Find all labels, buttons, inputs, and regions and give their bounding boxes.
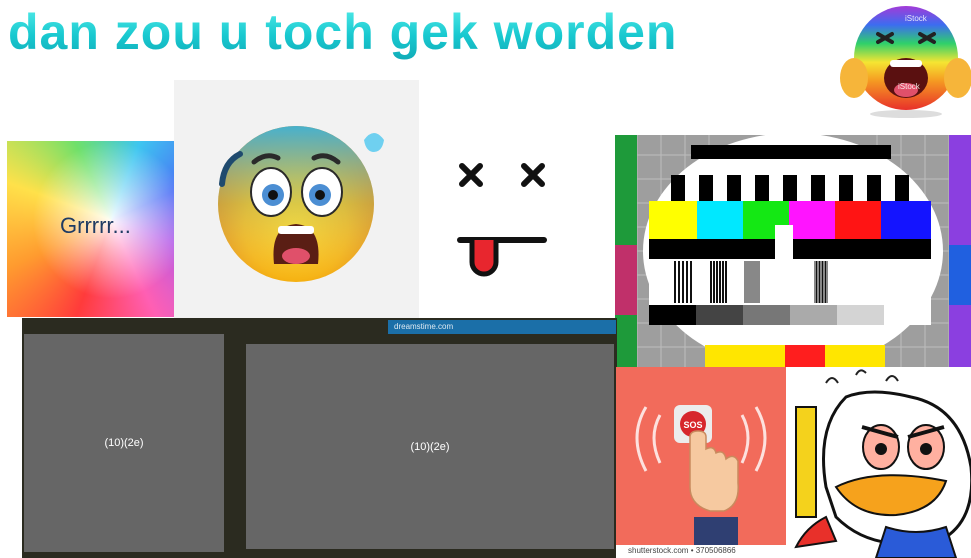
page-title: dan zou u toch gek worden [8, 0, 677, 64]
image-placeholder: (10)(2e) [246, 344, 614, 549]
shutterstock-watermark: shutterstock.com • 370506866 [628, 546, 736, 555]
istock-watermark: iStock [898, 82, 920, 91]
angry-duck-cartoon [794, 369, 971, 558]
scared-emoji-image [218, 126, 384, 282]
swirl-text: Grrrrr... [60, 213, 131, 238]
istock-watermark: iStock [905, 14, 927, 23]
shutterstock-bar: shutterstock.com • 370506866 [616, 545, 786, 558]
dreamstime-banner: dreamstime.com [388, 320, 616, 334]
dreamstime-watermark: dreamstime.com [394, 322, 454, 331]
dead-face-panel [420, 100, 615, 328]
angry-duck-image [786, 367, 971, 558]
scared-emoji-panel [174, 80, 419, 328]
image-placeholder: (10)(2e) [24, 334, 224, 552]
sos-label: SOS [683, 420, 702, 430]
dead-face-image [457, 163, 547, 277]
tv-test-pattern [615, 135, 971, 367]
sos-hand-illustration: SOS [635, 405, 767, 545]
sos-button-image: SOS [616, 367, 786, 545]
tv-test-card-image [615, 135, 971, 367]
rainbow-swirl-image: Grrrrr... [7, 141, 181, 317]
